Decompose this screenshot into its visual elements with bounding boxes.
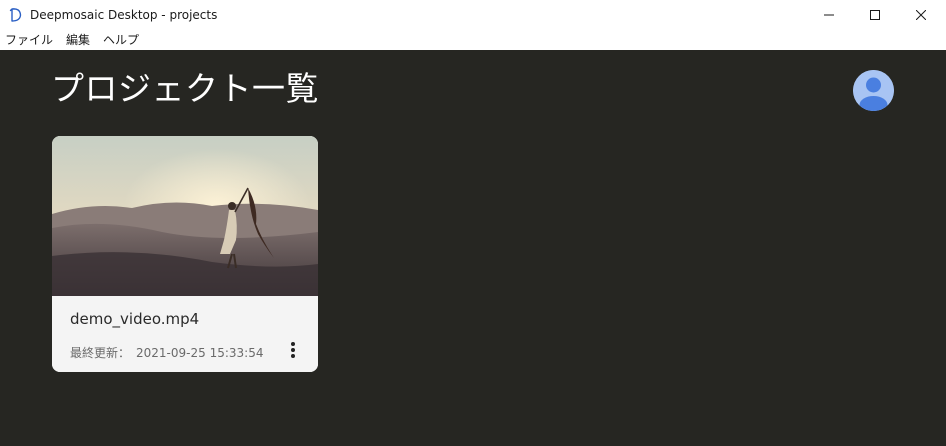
updated-label: 最終更新： [70,346,131,360]
maximize-icon [870,10,880,20]
menu-help[interactable]: ヘルプ [103,30,139,50]
close-button[interactable] [898,0,944,30]
more-vertical-icon [291,342,295,358]
minimize-button[interactable] [806,0,852,30]
project-thumbnail [52,136,318,296]
project-card[interactable]: demo_video.mp4 最終更新： 2021-09-25 15:33:54 [52,136,318,372]
user-avatar-icon [853,70,894,111]
deepmosaic-logo-icon [9,8,22,22]
menu-bar: ファイル 編集 ヘルプ [0,30,946,50]
close-icon [916,10,926,20]
window-title: Deepmosaic Desktop - projects [30,8,218,22]
project-filename: demo_video.mp4 [70,310,200,328]
app-content: プロジェクト一覧 demo_video.mp4 最終更新： 2021-09-25… [0,50,946,446]
project-updated: 最終更新： 2021-09-25 15:33:54 [70,344,269,361]
project-menu-button[interactable] [282,338,304,362]
menu-edit[interactable]: 編集 [66,30,90,50]
page-title: プロジェクト一覧 [51,69,319,108]
project-card-body: demo_video.mp4 最終更新： 2021-09-25 15:33:54 [52,296,318,372]
menu-file[interactable]: ファイル [5,30,53,50]
avatar[interactable] [853,70,894,111]
maximize-button[interactable] [852,0,898,30]
title-bar: Deepmosaic Desktop - projects [0,0,946,30]
updated-timestamp: 2021-09-25 15:33:54 [136,346,264,360]
minimize-icon [824,14,834,16]
